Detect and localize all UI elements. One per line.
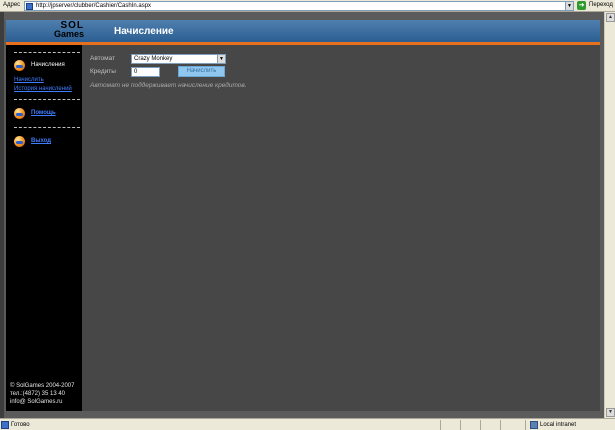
email-text: info@ SolGames.ru xyxy=(10,399,63,405)
coin-stack-icon xyxy=(14,136,25,147)
page-header: SOL Games Начисление xyxy=(6,20,600,42)
machine-select[interactable]: Crazy Monkey ▼ xyxy=(131,54,226,64)
coin-stack-icon xyxy=(14,60,25,71)
coin-stack-icon xyxy=(14,108,25,119)
sidebar-divider xyxy=(14,99,80,100)
notice-text: Автомат не поддерживает начисление креди… xyxy=(90,82,247,89)
sidebar-item-label: Начисления xyxy=(31,62,65,68)
vertical-scrollbar[interactable]: ▲ ▼ xyxy=(604,12,615,418)
sidebar-link-accrue[interactable]: Начислить xyxy=(14,77,44,83)
header-divider xyxy=(6,42,600,45)
credits-input[interactable]: 0 xyxy=(131,67,160,77)
machine-label: Автомат xyxy=(90,55,116,62)
page-icon xyxy=(1,421,9,429)
solgames-logo: SOL Games xyxy=(53,20,84,39)
go-button[interactable]: Переход xyxy=(589,2,613,8)
status-divider xyxy=(525,420,526,430)
sidebar: Начисления Начислить История начислений … xyxy=(6,45,82,411)
status-divider xyxy=(500,420,501,430)
web-page: SOL Games Начисление Начисления Начислит… xyxy=(6,20,600,411)
sidebar-link-accrual-history[interactable]: История начислений xyxy=(14,86,72,92)
address-url: http://jpserver/clubber/Cashier/CashIn.a… xyxy=(36,3,152,9)
status-text: Готово xyxy=(11,422,30,428)
credits-label: Кредиты xyxy=(90,68,116,75)
sidebar-divider xyxy=(14,52,80,53)
address-bar: Адрес http://jpserver/clubber/Cashier/Ca… xyxy=(0,0,615,12)
copyright-text: © SolGames 2004-2007 xyxy=(10,383,75,389)
scroll-down-button[interactable]: ▼ xyxy=(606,408,615,417)
help-link[interactable]: Помощь xyxy=(31,110,56,116)
exit-link[interactable]: Выход xyxy=(31,138,51,144)
sidebar-footer: © SolGames 2004-2007 тел.:(4872) 35 13 4… xyxy=(10,382,74,406)
address-dropdown-button[interactable]: ▼ xyxy=(565,2,573,10)
go-arrow-icon[interactable]: ➜ xyxy=(577,1,586,10)
sidebar-divider xyxy=(14,127,80,128)
phone-text: тел.:(4872) 35 13 40 xyxy=(10,391,66,397)
machine-select-value: Crazy Monkey xyxy=(134,56,173,62)
address-input[interactable]: http://jpserver/clubber/Cashier/CashIn.a… xyxy=(24,1,574,11)
scroll-up-button[interactable]: ▲ xyxy=(606,13,615,22)
status-divider xyxy=(480,420,481,430)
status-divider xyxy=(460,420,461,430)
page-icon xyxy=(26,3,33,10)
accrue-button[interactable]: Начислить xyxy=(178,66,225,77)
address-label: Адрес xyxy=(3,2,21,8)
page-title: Начисление xyxy=(114,26,174,37)
status-divider xyxy=(440,420,441,430)
zone-text: Local intranet xyxy=(540,422,577,428)
intranet-zone-icon xyxy=(530,421,538,429)
chevron-down-icon[interactable]: ▼ xyxy=(217,55,225,63)
status-bar: Готово Local intranet xyxy=(0,418,615,430)
